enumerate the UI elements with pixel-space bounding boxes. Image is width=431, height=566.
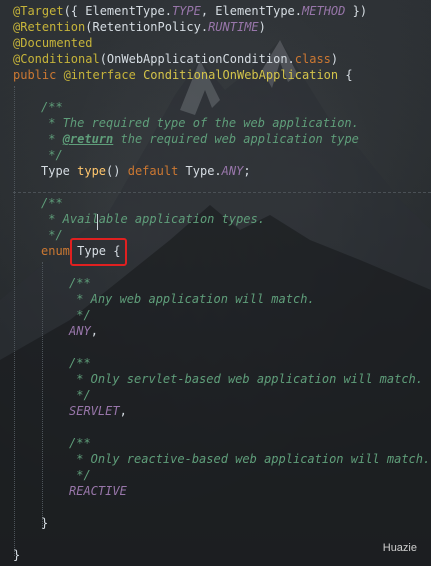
code-line-26: REACTIVE (69, 483, 127, 499)
text-cursor (97, 214, 98, 230)
annotation-retention: @Retention (13, 20, 86, 34)
code-line-25: */ (69, 468, 91, 482)
code-editor[interactable]: @Target({ ElementType.TYPE, ElementType.… (0, 0, 431, 566)
code-line-15: /** (69, 276, 91, 290)
enum-constant-reactive: REACTIVE (69, 484, 127, 498)
code-line-9: */ (41, 148, 63, 162)
code-line-7: * The required type of the web applicati… (41, 116, 359, 130)
method-separator (13, 192, 431, 193)
code-line-1: @Target({ ElementType.TYPE, ElementType.… (13, 4, 368, 18)
annotation-conditional: @Conditional (13, 52, 100, 66)
code-line-28: } (13, 548, 21, 562)
indent-guide (14, 86, 15, 556)
code-line-6: /** (41, 100, 63, 114)
annotation-documented: @Documented (13, 36, 93, 50)
interface-name: ConditionalOnWebApplication (143, 68, 339, 82)
code-line-16: * Any web application will match. (69, 292, 315, 306)
code-line-13: */ (41, 228, 63, 242)
code-line-10: Type type() default Type.ANY; (41, 164, 251, 178)
enum-constant-servlet: SERVLET (69, 404, 120, 418)
highlight-box (70, 238, 127, 266)
code-line-19: /** (69, 356, 91, 370)
code-line-12: * Available application types. (41, 212, 265, 226)
code-line-2: @Retention(RetentionPolicy.RUNTIME) (13, 20, 266, 34)
code-line-22: SERVLET, (69, 404, 127, 418)
code-line-24: * Only reactive-based web application wi… (69, 452, 431, 466)
code-line-23: /** (69, 436, 91, 450)
code-line-18: ANY, (69, 324, 98, 338)
code-line-8: * @return the required web application t… (41, 132, 359, 146)
annotation-target: @Target (13, 4, 64, 18)
code-line-21: */ (69, 388, 91, 402)
code-line-11: /** (41, 196, 63, 210)
code-line-3: @Documented (13, 35, 92, 51)
enum-constant-any: ANY (69, 324, 91, 338)
indent-guide (42, 262, 43, 528)
code-line-5: public @interface ConditionalOnWebApplic… (13, 68, 353, 82)
code-line-27: } (41, 516, 49, 530)
code-line-20: * Only servlet-based web application wil… (69, 372, 424, 386)
watermark-text: Huazie (382, 542, 417, 554)
method-type: type (77, 164, 107, 178)
code-line-17: */ (69, 308, 91, 322)
code-line-4: @Conditional(OnWebApplicationCondition.c… (13, 52, 339, 66)
